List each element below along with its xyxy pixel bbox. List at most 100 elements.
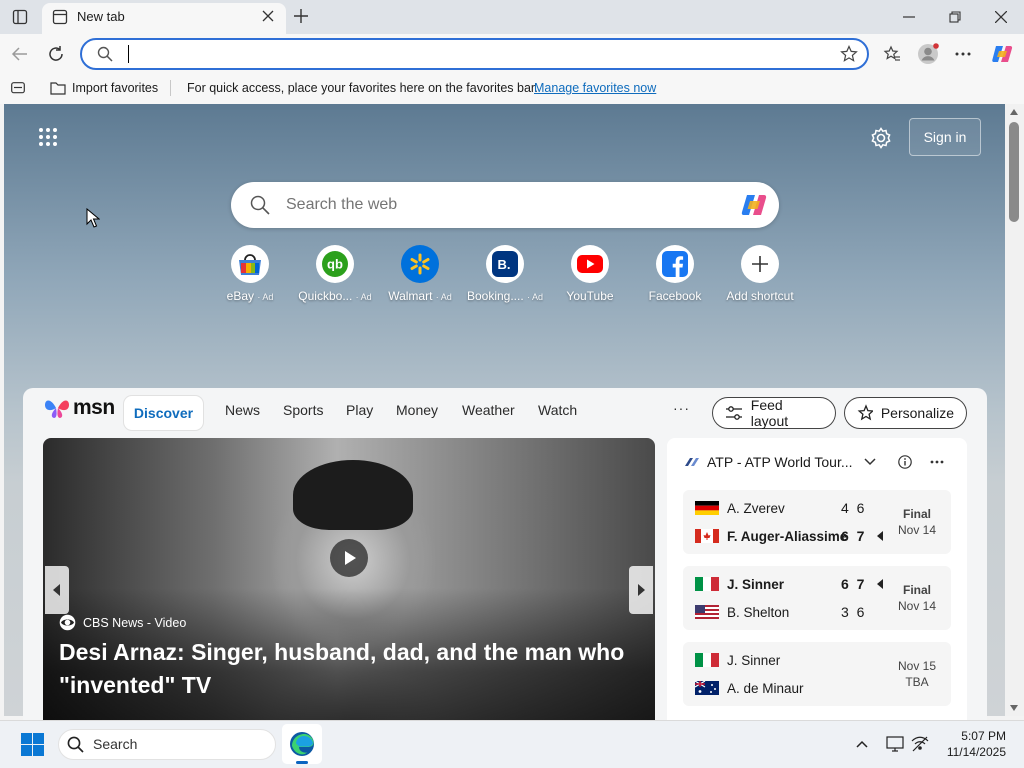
sports-card-header[interactable]: ATP - ATP World Tour... [684,454,876,470]
tray-chevron-up-icon[interactable] [856,740,868,748]
hero-prev-button[interactable] [45,566,69,614]
tab-money[interactable]: Money [396,402,438,418]
personalize-label: Personalize [880,405,954,421]
chevron-right-icon [638,584,645,596]
close-tab-icon[interactable] [262,10,274,22]
scroll-thumb[interactable] [1009,122,1019,222]
youtube-icon [577,255,603,273]
scroll-up-icon[interactable] [1009,108,1019,116]
sports-card-title: ATP - ATP World Tour... [707,454,853,470]
taskbar-date[interactable]: 11/14/2025 [944,745,1006,759]
hero-headline-line1: Desi Arnaz: Singer, husband, dad, and th… [59,639,625,665]
web-search-input[interactable] [286,193,716,217]
booking-icon: B. [492,251,518,277]
feed-layout-button[interactable]: Feed layout [712,397,836,429]
import-favorites-button[interactable]: Import favorites [50,80,158,95]
close-window-icon[interactable] [995,11,1007,23]
hero-hair-shape [293,460,413,530]
ebay-icon [239,254,261,275]
profile-avatar-icon[interactable] [917,43,939,65]
refresh-icon[interactable] [47,45,65,63]
back-icon[interactable] [11,45,29,63]
player-score: 6 7 [841,576,867,592]
hero-source[interactable]: CBS News - Video [59,614,186,631]
tray-network-icon[interactable] [911,736,929,752]
player-name: B. Shelton [727,604,790,620]
match-card[interactable]: J. Sinner B. Shelton 6 7 3 6 Final Nov 1… [683,566,951,630]
taskbar-edge-button[interactable] [282,724,322,764]
plus-icon [752,256,768,272]
hero-headline[interactable]: Desi Arnaz: Singer, husband, dad, and th… [59,636,649,702]
favorites-divider [170,80,171,96]
favorites-bar-toggle-icon[interactable] [11,82,25,94]
shortcut-facebook[interactable]: Facebook [635,245,715,303]
shortcut-label: Walmart [388,289,433,303]
shortcut-youtube[interactable]: YouTube [550,245,630,303]
shortcut-booking[interactable]: B. Booking.... · Ad [465,245,545,303]
usa-flag-icon [695,605,719,619]
taskbar-search-icon [67,736,84,753]
feed-layout-label: Feed layout [750,397,789,429]
tab-watch[interactable]: Watch [538,402,577,418]
search-icon [97,46,113,62]
play-video-icon[interactable] [330,539,368,577]
match-status: TBA [905,675,929,689]
tab-play[interactable]: Play [346,402,373,418]
personalize-button[interactable]: Personalize [844,397,967,429]
shortcut-add[interactable]: Add shortcut [720,245,800,303]
minimize-icon[interactable] [903,16,915,18]
favorite-star-icon[interactable] [840,45,858,63]
player-score: 3 6 [841,604,867,620]
ad-tag: · Ad [435,292,452,302]
tab-weather[interactable]: Weather [462,402,515,418]
match-card[interactable]: A. Zverev F. Auger-Aliassime 4 6 6 7 Fin… [683,490,951,554]
settings-gear-icon[interactable] [870,127,892,149]
svg-text:B.: B. [498,257,511,272]
tab-news[interactable]: News [225,402,260,418]
chevron-left-icon [53,584,60,596]
tab-discover[interactable]: Discover [124,396,203,430]
player-name: F. Auger-Aliassime [727,528,848,544]
shortcut-walmart[interactable]: Walmart · Ad [380,245,460,303]
tab-actions-icon[interactable] [12,9,28,25]
winner-marker-icon [877,579,883,589]
info-icon[interactable] [898,455,912,469]
address-caret [128,45,129,63]
card-more-icon[interactable] [930,460,944,464]
player-name: A. de Minaur [727,680,804,696]
new-tab-plus-icon[interactable] [293,8,309,24]
shortcut-label: Booking.... [466,289,524,303]
apps-launcher-icon[interactable] [39,128,57,146]
page-scrollbar[interactable] [1005,104,1024,716]
quickbooks-icon: qb [322,251,348,277]
start-windows-icon[interactable] [21,733,44,756]
more-menu-icon[interactable] [955,52,971,56]
shortcut-quickbooks[interactable]: qb Quickbo... · Ad [295,245,375,303]
manage-favorites-link[interactable]: Manage favorites now [534,81,656,95]
sign-in-button[interactable]: Sign in [909,118,981,156]
cbs-eye-icon [59,614,76,631]
shortcut-label: Facebook [648,289,702,303]
shortcut-label: YouTube [566,289,614,303]
shortcut-ebay[interactable]: eBay · Ad [210,245,290,303]
msn-logo[interactable]: msn [44,396,115,420]
player-name: J. Sinner [727,652,781,668]
facebook-icon [662,251,688,277]
address-input[interactable] [126,42,826,66]
tab-title: New tab [77,9,125,24]
msn-butterfly-icon [45,400,69,418]
taskbar-search-box[interactable] [58,729,276,760]
taskbar-time[interactable]: 5:07 PM [944,729,1006,743]
favorites-icon[interactable] [883,45,901,63]
player-name: A. Zverev [727,500,785,516]
tab-sports[interactable]: Sports [283,402,323,418]
hero-next-button[interactable] [629,566,653,614]
copilot-icon[interactable] [990,42,1014,66]
match-card[interactable]: J. Sinner A. de Minaur Nov 15 TBA [683,642,951,706]
restore-icon[interactable] [949,11,961,23]
tray-display-icon[interactable] [886,736,904,752]
tab-more-button[interactable]: ··· [673,400,690,416]
search-copilot-icon[interactable] [739,190,769,220]
hero-source-label: CBS News - Video [83,615,187,630]
scroll-down-icon[interactable] [1009,704,1019,712]
